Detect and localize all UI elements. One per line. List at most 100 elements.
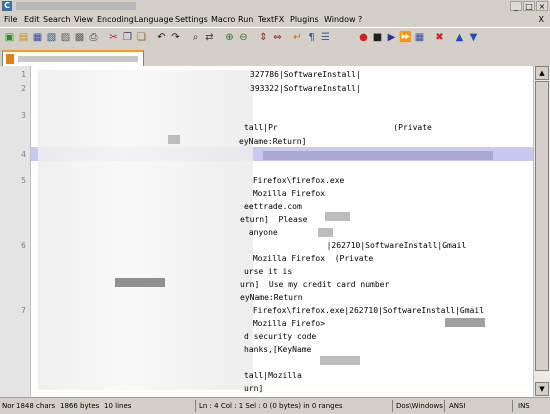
undo-icon[interactable]: ↶: [155, 31, 168, 44]
play-macro-icon[interactable]: ▶: [385, 31, 398, 44]
menu-encoding[interactable]: Encoding: [97, 15, 134, 24]
paste-icon[interactable]: ❏: [135, 31, 148, 44]
sync-h-icon[interactable]: ⇔: [271, 31, 284, 44]
redaction-block: [320, 356, 360, 365]
redaction-block: [168, 135, 180, 144]
open-file-icon[interactable]: ▤: [17, 31, 30, 44]
status-separator: [512, 400, 513, 412]
text-editor[interactable]: 1 2 3 4 5 6 7 327786|SoftwareInstall| 39…: [0, 66, 533, 397]
record-macro-icon[interactable]: ●: [357, 31, 370, 44]
menu-plugins[interactable]: Plugins: [290, 15, 319, 24]
scroll-up-icon[interactable]: ▲: [453, 31, 466, 44]
print-icon[interactable]: ⎙: [87, 31, 100, 44]
code-line: Firefox\firefox.exe: [248, 176, 345, 185]
wrap-icon[interactable]: ↵: [291, 31, 304, 44]
line-number: 1: [21, 70, 26, 79]
menu-bar: File Edit Search View Encoding Language …: [0, 13, 550, 27]
close-document-icon[interactable]: X: [539, 15, 544, 24]
sync-v-icon[interactable]: ⇕: [257, 31, 270, 44]
menu-macro[interactable]: Macro: [211, 15, 235, 24]
run-macro-multiple-icon[interactable]: ⏩: [399, 31, 412, 44]
save-all-icon[interactable]: ▧: [45, 31, 58, 44]
maximize-button[interactable]: □: [523, 1, 535, 11]
code-line: eturn] Please: [240, 215, 308, 224]
menu-search[interactable]: Search: [43, 15, 70, 24]
status-bytes: 1866 bytes: [60, 402, 100, 410]
code-line: hanks,[KeyName: [244, 345, 312, 354]
menu-textfx[interactable]: TextFX: [258, 15, 284, 24]
indent-guide-icon[interactable]: ☰: [319, 31, 332, 44]
code-line: anyone: [244, 228, 278, 237]
file-modified-icon: [6, 54, 14, 64]
find-icon[interactable]: ⌕: [189, 31, 202, 44]
document-tab-bar: [0, 48, 550, 67]
status-doc-type: Nor: [2, 402, 15, 410]
minimize-button[interactable]: _: [510, 1, 522, 11]
redacted-text-region: [38, 70, 253, 390]
stop-macro-icon[interactable]: ■: [371, 31, 384, 44]
code-line: |262710|SoftwareInstall|Gmail: [264, 241, 467, 250]
close-window-button[interactable]: ×: [536, 1, 548, 11]
redaction-block: [445, 318, 485, 327]
code-line: eettrade.com: [244, 202, 302, 211]
menu-file[interactable]: File: [4, 15, 17, 24]
copy-icon[interactable]: ❐: [121, 31, 134, 44]
code-line: Mozilla Firefox (Private: [248, 254, 374, 263]
close-all-icon[interactable]: ▩: [73, 31, 86, 44]
redaction-block: [318, 228, 333, 237]
code-line: tall|Mozilla: [244, 371, 302, 380]
status-encoding: ANSI: [449, 402, 466, 410]
menu-edit[interactable]: Edit: [24, 15, 40, 24]
menu-language[interactable]: Language: [134, 15, 173, 24]
line-number: 7: [21, 306, 26, 315]
redaction-block: [325, 212, 350, 221]
redo-icon[interactable]: ↷: [169, 31, 182, 44]
line-number-gutter: 1 2 3 4 5 6 7: [0, 66, 31, 397]
window-title-redacted: [16, 2, 136, 10]
status-insert-mode: INS: [518, 402, 530, 410]
code-line: Firefox\firefox.exe|262710|SoftwareInsta…: [248, 306, 485, 315]
vertical-scrollbar[interactable]: ▲ ▼: [533, 66, 550, 397]
status-chars: 1848 chars: [16, 402, 56, 410]
code-line: Mozilla Firefox: [248, 189, 326, 198]
save-icon[interactable]: ▦: [31, 31, 44, 44]
zoom-in-icon[interactable]: ⊕: [223, 31, 236, 44]
status-lines: 10 lines: [104, 402, 132, 410]
code-line: eyName:Return]: [239, 137, 307, 146]
save-macro-icon[interactable]: ▦: [413, 31, 426, 44]
close-file-icon[interactable]: ▨: [59, 31, 72, 44]
app-icon: C: [2, 1, 12, 11]
line-number: 6: [21, 241, 26, 250]
title-bar: C _ □ ×: [0, 0, 550, 12]
code-line: urn]: [244, 384, 264, 393]
menu-help[interactable]: ?: [358, 15, 362, 24]
all-chars-icon[interactable]: ¶: [305, 31, 318, 44]
document-tab[interactable]: [2, 50, 144, 66]
code-line: Mozilla Firefo>: [248, 319, 326, 328]
code-line: 393322|SoftwareInstall|: [250, 84, 361, 93]
zoom-out-icon[interactable]: ⊖: [237, 31, 250, 44]
status-separator: [392, 400, 393, 412]
menu-view[interactable]: View: [74, 15, 93, 24]
replace-icon[interactable]: ⇄: [203, 31, 216, 44]
scrollbar-thumb[interactable]: [535, 81, 549, 371]
menu-window[interactable]: Window: [324, 15, 356, 24]
menu-run[interactable]: Run: [238, 15, 253, 24]
trim-icon[interactable]: ✖: [433, 31, 446, 44]
document-tab-name-redacted: [18, 56, 138, 62]
status-eol: Dos\Windows: [396, 402, 443, 410]
line-number: 3: [21, 111, 26, 120]
cut-icon[interactable]: ✂: [107, 31, 120, 44]
toolbar: ▣ ▤ ▦ ▧ ▨ ▩ ⎙ ✂ ❐ ❏ ↶ ↷ ⌕ ⇄ ⊕ ⊖ ⇕ ⇔ ↵ ¶ …: [0, 27, 550, 49]
scroll-down-arrow[interactable]: ▼: [535, 382, 549, 396]
new-file-icon[interactable]: ▣: [3, 31, 16, 44]
scroll-down-icon[interactable]: ▼: [467, 31, 480, 44]
menu-settings[interactable]: Settings: [175, 15, 208, 24]
line-number: 2: [21, 84, 26, 93]
status-bar: Nor 1848 chars 1866 bytes 10 lines Ln : …: [0, 397, 550, 414]
code-line: tall|Pr (Private: [244, 123, 432, 132]
status-position: Ln : 4 Col : 1 Sel : 0 (0 bytes) in 0 ra…: [199, 402, 343, 410]
scroll-up-arrow[interactable]: ▲: [535, 66, 549, 80]
code-line: urn] Use my credit card number: [240, 280, 390, 289]
